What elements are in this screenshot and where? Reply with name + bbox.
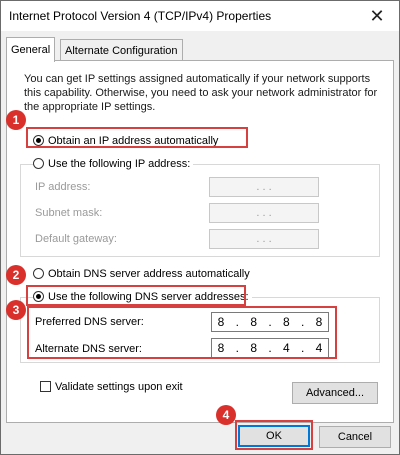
close-icon[interactable]: ✕ <box>355 1 399 31</box>
radio-obtain-dns-auto[interactable]: Obtain DNS server address automatically <box>33 268 250 280</box>
validate-settings-label: Validate settings upon exit <box>55 381 183 393</box>
obtain-ip-auto-label: Obtain an IP address automatically <box>48 135 219 147</box>
alternate-dns-input[interactable]: 8. 8. 4. 4 <box>211 338 329 358</box>
step-badge-2: 2 <box>6 265 26 285</box>
description-text: You can get IP settings assigned automat… <box>24 73 378 113</box>
radio-selected-icon <box>33 291 44 302</box>
subnet-mask-label: Subnet mask: <box>35 207 103 219</box>
checkbox-unchecked-icon <box>40 381 51 392</box>
tab-general-label: General <box>11 44 51 56</box>
radio-use-following-dns[interactable]: Use the following DNS server addresses: <box>33 291 252 303</box>
tab-alternate-configuration-label: Alternate Configuration <box>65 44 178 57</box>
step-badge-3: 3 <box>6 300 26 320</box>
tab-general[interactable]: General <box>6 37 56 62</box>
window-title: Internet Protocol Version 4 (TCP/IPv4) P… <box>9 9 272 23</box>
advanced-button[interactable]: Advanced... <box>292 382 378 404</box>
use-following-ip-label: Use the following IP address: <box>48 158 191 170</box>
radio-unselected-icon <box>33 268 44 279</box>
ip-address-label: IP address: <box>35 181 91 193</box>
preferred-dns-input[interactable]: 8. 8. 8. 8 <box>211 312 329 332</box>
obtain-dns-auto-label: Obtain DNS server address automatically <box>48 268 250 280</box>
default-gateway-input: . . . <box>209 229 319 249</box>
default-gateway-label: Default gateway: <box>35 233 117 245</box>
subnet-mask-input: . . . <box>209 203 319 223</box>
use-following-dns-label: Use the following DNS server addresses: <box>48 291 249 303</box>
radio-unselected-icon <box>33 158 44 169</box>
step-badge-4: 4 <box>216 405 236 425</box>
ip-address-input: . . . <box>209 177 319 197</box>
alternate-dns-label: Alternate DNS server: <box>35 343 142 355</box>
general-panel: You can get IP settings assigned automat… <box>6 60 394 423</box>
preferred-dns-label: Preferred DNS server: <box>35 316 144 328</box>
validate-settings-checkbox[interactable]: Validate settings upon exit <box>40 381 183 393</box>
radio-obtain-ip-auto[interactable]: Obtain an IP address automatically <box>33 135 218 147</box>
title-bar[interactable]: Internet Protocol Version 4 (TCP/IPv4) P… <box>1 1 399 31</box>
dialog-window: Internet Protocol Version 4 (TCP/IPv4) P… <box>0 0 400 455</box>
radio-selected-icon <box>33 135 44 146</box>
radio-use-following-ip[interactable]: Use the following IP address: <box>33 158 194 170</box>
cancel-button[interactable]: Cancel <box>319 426 391 448</box>
tab-alternate-configuration[interactable]: Alternate Configuration <box>60 39 183 61</box>
ok-button[interactable]: OK <box>238 425 310 447</box>
step-badge-1: 1 <box>6 110 26 130</box>
